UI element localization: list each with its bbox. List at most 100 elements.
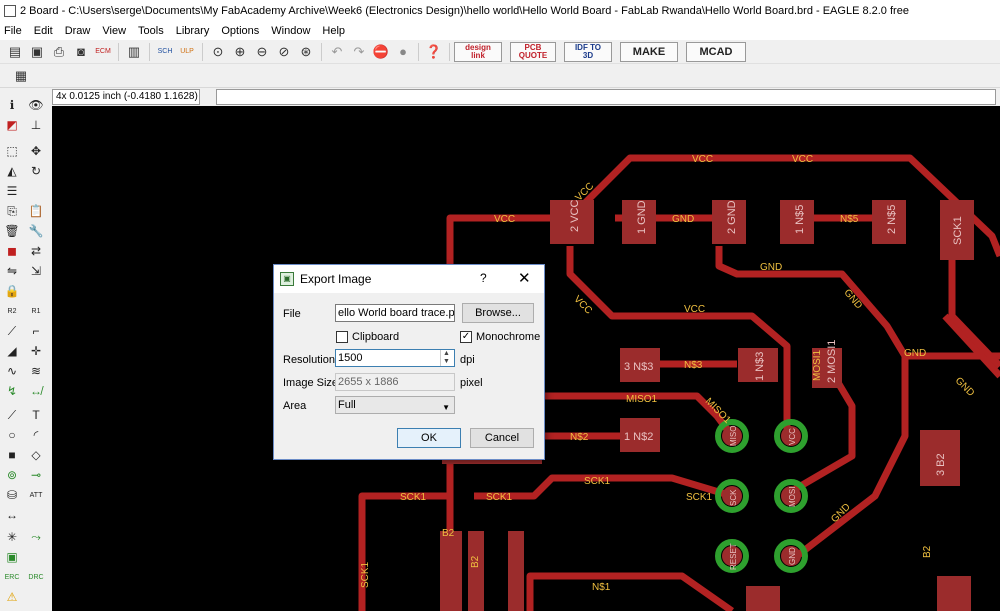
mirror-icon[interactable]: ◭ [2, 162, 22, 180]
area-select[interactable]: Full ▼ [335, 396, 455, 414]
ripup-icon[interactable]: ↮ [26, 382, 46, 400]
open-icon[interactable]: ▤ [4, 41, 26, 63]
go-icon[interactable]: ● [392, 41, 414, 63]
menu-view[interactable]: View [102, 25, 126, 37]
ratsnest-icon[interactable]: ✳ [2, 528, 22, 546]
menu-library[interactable]: Library [176, 25, 210, 37]
split-icon[interactable]: ⟋ [2, 322, 22, 340]
menu-options[interactable]: Options [221, 25, 259, 37]
save-icon[interactable]: ▣ [26, 41, 48, 63]
replace-icon[interactable]: ⇄ [26, 242, 46, 260]
lib-icon[interactable]: ▥ [123, 41, 145, 63]
sdm-icon[interactable]: ▣ [2, 548, 22, 566]
help-icon[interactable]: ? [480, 271, 487, 285]
toolbar-separator [449, 42, 450, 61]
value-icon[interactable]: R2 [2, 302, 22, 320]
signal-icon[interactable]: ⊸ [26, 466, 46, 484]
resolution-input[interactable]: 1500 ▲ ▼ [335, 349, 455, 367]
pcb-quote-button[interactable]: PCB QUOTE [510, 41, 556, 62]
net-label: GND [904, 348, 926, 359]
drc-icon[interactable]: DRC [26, 568, 46, 586]
meander-icon[interactable]: ∿ [2, 362, 22, 380]
help-icon[interactable]: ❓ [423, 41, 445, 63]
text-icon[interactable]: T [26, 406, 46, 424]
lock-icon[interactable]: 🔒 [2, 282, 22, 300]
pad-label: SCK1 [952, 216, 964, 245]
sch-icon[interactable]: SCH [154, 41, 176, 63]
zoom-fit-icon[interactable]: ⊙ [207, 41, 229, 63]
info-icon[interactable]: ℹ [2, 96, 22, 114]
menu-window[interactable]: Window [271, 25, 310, 37]
net-label: GND [672, 214, 694, 225]
eye-icon[interactable]: 👁 [26, 96, 46, 114]
make-button[interactable]: MAKE [620, 41, 678, 62]
cancel-button[interactable]: Cancel [470, 428, 534, 448]
warning-icon[interactable]: ⚠ [2, 588, 22, 606]
dimension-icon[interactable]: ↔ [2, 506, 22, 524]
resolution-spinner-icon[interactable]: ▲ ▼ [440, 350, 452, 366]
smash-icon[interactable]: ⇲ [26, 262, 46, 280]
menu-tools[interactable]: Tools [138, 25, 164, 37]
zoom-out-icon[interactable]: ⊖ [251, 41, 273, 63]
redo-icon[interactable]: ↷ [348, 41, 370, 63]
rect-icon[interactable]: ■ [2, 446, 22, 464]
ok-button[interactable]: OK [397, 428, 461, 448]
ecm-icon[interactable]: ECM [92, 41, 114, 63]
layer-icon[interactable]: ◩ [2, 116, 22, 134]
menu-help[interactable]: Help [322, 25, 345, 37]
via-icon[interactable]: ⊚ [2, 466, 22, 484]
name-icon[interactable]: R1 [26, 302, 46, 320]
add-icon[interactable]: ◼ [2, 242, 22, 260]
polygon-icon[interactable]: ◇ [26, 446, 46, 464]
menu-edit[interactable]: Edit [34, 25, 53, 37]
file-field[interactable]: ello World board trace.png [335, 304, 455, 322]
net-label: SCK1 [686, 492, 713, 503]
paste-icon[interactable]: 📋 [26, 202, 46, 220]
stop-icon[interactable]: ⛔ [370, 41, 392, 63]
miter-icon[interactable]: ⌐ [26, 322, 46, 340]
erc-icon[interactable]: ERC [2, 568, 22, 586]
clipboard-checkbox[interactable] [336, 331, 348, 343]
select-icon[interactable]: ⬚ [2, 142, 22, 160]
command-input[interactable] [216, 89, 996, 105]
mcad-button[interactable]: MCAD [686, 41, 746, 62]
delete-icon[interactable]: 🗑 [2, 222, 22, 240]
ulp-icon[interactable]: ULP [176, 41, 198, 63]
slice-icon[interactable]: ◢ [2, 342, 22, 360]
swap-icon[interactable]: ⇋ [2, 262, 22, 280]
mark-icon[interactable]: ⊥ [26, 116, 46, 134]
optimize-icon[interactable]: ✛ [26, 342, 46, 360]
zoom-area-icon[interactable]: ⊛ [295, 41, 317, 63]
rotate-icon[interactable]: ↻ [26, 162, 46, 180]
toolbar-separator [118, 42, 119, 61]
circle-icon[interactable]: ○ [2, 426, 22, 444]
close-icon[interactable]: ✕ [518, 269, 531, 287]
move-icon[interactable]: ✥ [26, 142, 46, 160]
idf-to-3d-button[interactable]: IDF TO 3D [564, 41, 612, 62]
zoom-select-icon[interactable]: ⊘ [273, 41, 295, 63]
line-icon[interactable]: ⟋ [2, 406, 22, 424]
browse-button[interactable]: Browse... [462, 303, 534, 323]
hole-icon[interactable]: ⛁ [2, 486, 22, 504]
cam-icon[interactable]: ◙ [70, 41, 92, 63]
via-label: MOSI [788, 487, 797, 507]
copy-icon[interactable]: ⎘ [2, 202, 22, 220]
design-link-button[interactable]: design link [454, 41, 502, 62]
autorouter-icon[interactable]: ⤳ [26, 528, 46, 546]
menu-draw[interactable]: Draw [65, 25, 91, 37]
attribute-icon[interactable]: ATT [26, 486, 46, 504]
grid-icon[interactable]: ▦ [10, 65, 32, 87]
print-icon[interactable]: ⎙ [48, 41, 70, 63]
route-icon[interactable]: ↯ [2, 382, 22, 400]
monochrome-checkbox[interactable]: ✓ [460, 331, 472, 343]
clipboard-label: Clipboard [352, 331, 400, 343]
chevron-down-icon: ▼ [442, 403, 450, 412]
route-multi-icon[interactable]: ≋ [26, 362, 46, 380]
zoom-in-icon[interactable]: ⊕ [229, 41, 251, 63]
align-icon[interactable]: ☰ [2, 182, 22, 200]
undo-icon[interactable]: ↶ [326, 41, 348, 63]
arc-icon[interactable]: ◜ [26, 426, 46, 444]
wrench-icon[interactable]: 🔧 [26, 222, 46, 240]
menu-file[interactable]: File [4, 25, 22, 37]
dialog-title: Export Image [300, 272, 372, 286]
